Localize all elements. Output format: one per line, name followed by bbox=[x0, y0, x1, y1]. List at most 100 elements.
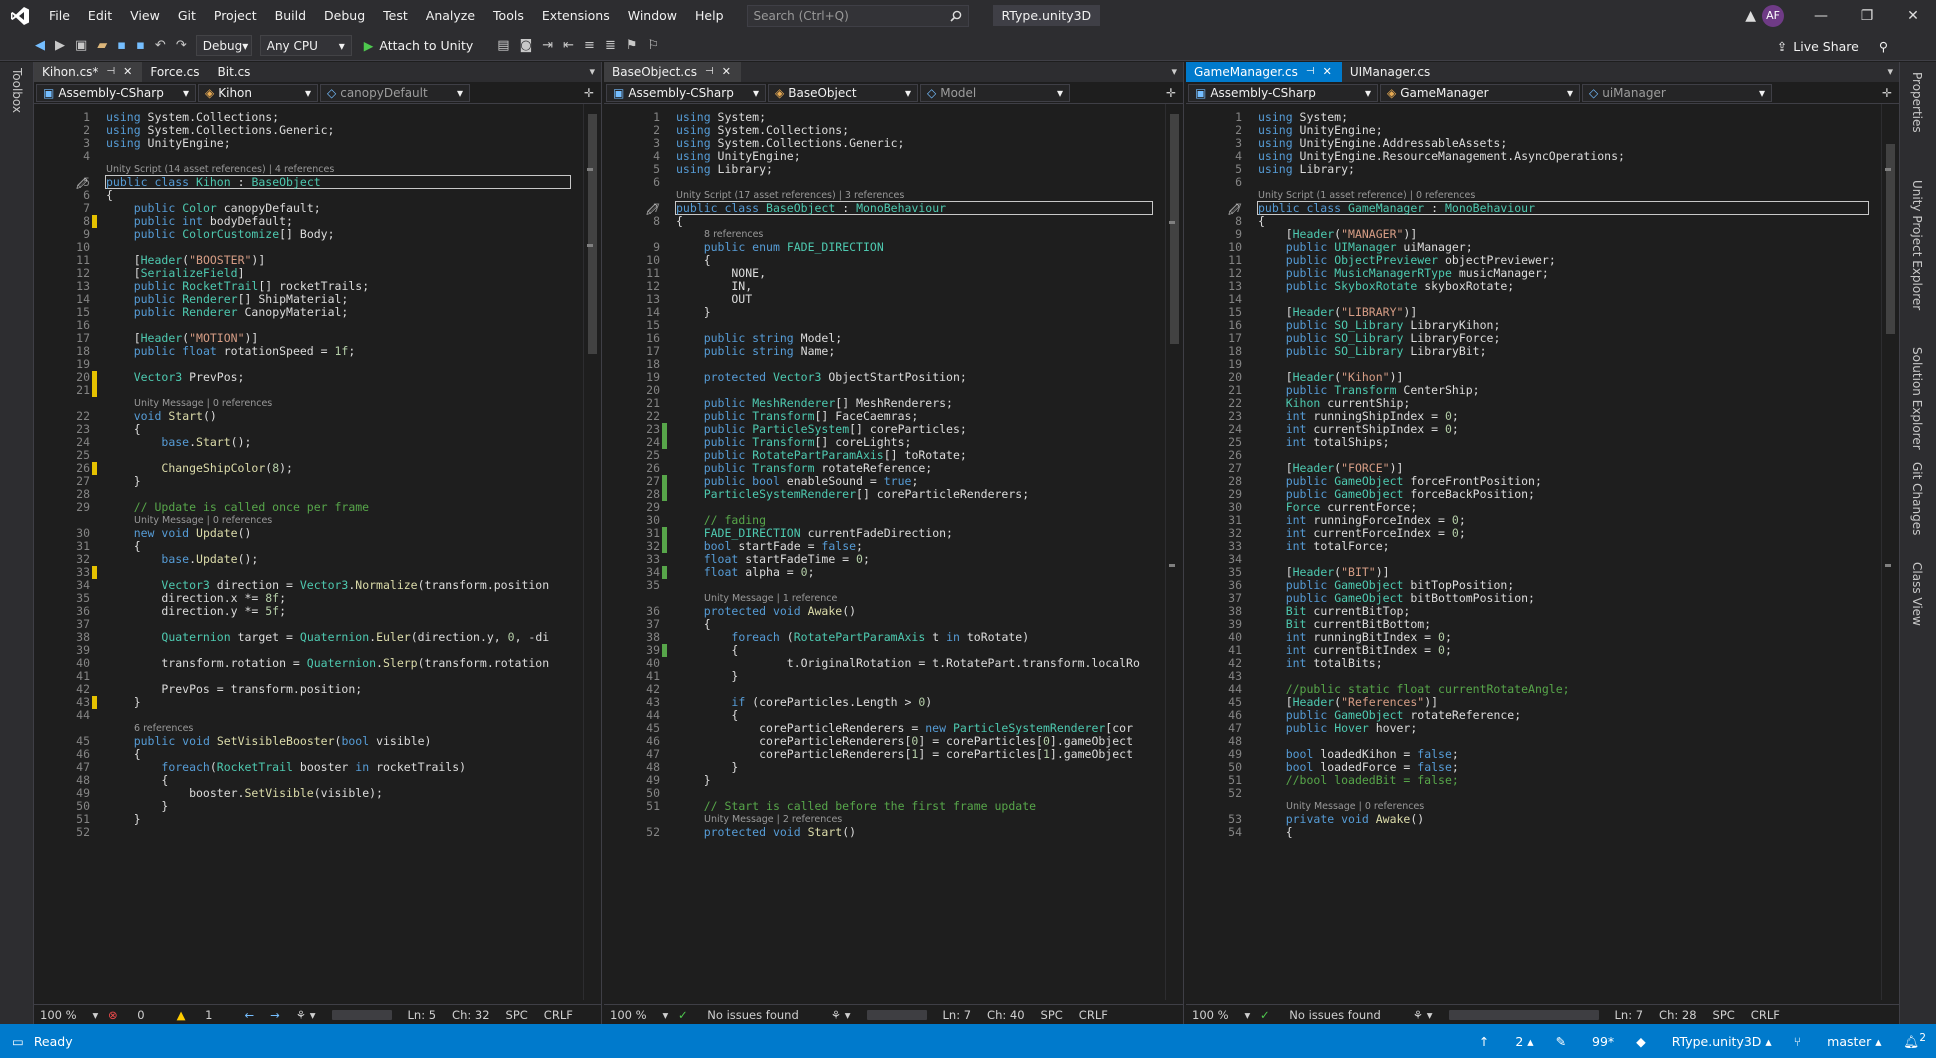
line-indicator[interactable]: Ln: 7 bbox=[1615, 1008, 1644, 1022]
menu-item-build[interactable]: Build bbox=[266, 0, 315, 31]
forward-icon[interactable]: ▶ bbox=[55, 31, 65, 61]
next-issue-icon[interactable]: → bbox=[270, 1008, 280, 1022]
save-all-icon[interactable]: ▪ bbox=[136, 31, 145, 61]
visual-studio-logo-icon[interactable] bbox=[0, 0, 40, 31]
document-tab[interactable]: Kihon.cs* ⊣ ✕ bbox=[34, 62, 143, 82]
error-count[interactable]: ⊗ 0 bbox=[108, 1008, 161, 1022]
menu-item-edit[interactable]: Edit bbox=[79, 0, 121, 31]
close-button[interactable]: ✕ bbox=[1890, 8, 1936, 24]
solution-configuration-select[interactable]: Debug ▾ bbox=[195, 35, 252, 56]
line-ending-indicator[interactable]: CRLF bbox=[1751, 1008, 1780, 1022]
zoom-select[interactable]: 100 % ▾ bbox=[40, 1008, 98, 1022]
pin-icon[interactable]: ⊣ bbox=[1306, 62, 1315, 82]
live-share-button[interactable]: ⇪ Live Share ⚲ bbox=[1777, 31, 1888, 61]
pending-changes[interactable]: ✎ 99* bbox=[1556, 1034, 1615, 1049]
whitespace-indicator[interactable]: SPC bbox=[1713, 1008, 1735, 1022]
vertical-scrollbar[interactable] bbox=[1165, 104, 1183, 1000]
column-indicator[interactable]: Ch: 40 bbox=[987, 1008, 1024, 1022]
menu-item-analyze[interactable]: Analyze bbox=[417, 0, 484, 31]
folder-view-icon[interactable]: ▤ bbox=[497, 31, 509, 61]
line-indicator[interactable]: Ln: 7 bbox=[943, 1008, 972, 1022]
tab-overflow-icon[interactable]: ▾ bbox=[1171, 62, 1177, 82]
nav-dropdown-2[interactable]: ◇ uiManager ▾ bbox=[1582, 83, 1772, 102]
line-ending-indicator[interactable]: CRLF bbox=[1079, 1008, 1108, 1022]
unity-project-explorer-tab[interactable]: Unity Project Explorer bbox=[1910, 180, 1924, 310]
tab-overflow-icon[interactable]: ▾ bbox=[1887, 62, 1893, 82]
undo-icon[interactable]: ↶ bbox=[155, 31, 166, 61]
split-editor-icon[interactable]: ✛ bbox=[581, 84, 597, 102]
pin-icon[interactable]: ⊣ bbox=[106, 62, 115, 82]
class-view-tab[interactable]: Class View bbox=[1910, 562, 1924, 626]
close-tab-icon[interactable]: ✕ bbox=[1323, 62, 1332, 82]
split-editor-icon[interactable]: ✛ bbox=[1163, 84, 1179, 102]
document-tab[interactable]: BaseObject.cs ⊣ ✕ bbox=[604, 62, 741, 82]
document-tab[interactable]: UIManager.cs bbox=[1342, 62, 1440, 82]
whitespace-indicator[interactable]: SPC bbox=[1041, 1008, 1063, 1022]
scroll-thumb[interactable] bbox=[1886, 144, 1895, 334]
warning-notification-icon[interactable]: ▲ bbox=[1745, 8, 1756, 24]
screenshot-icon[interactable]: ◙ bbox=[520, 31, 533, 61]
warning-count[interactable]: ▲ 1 bbox=[177, 1008, 229, 1022]
nav-dropdown-0[interactable]: ▣ Assembly-CSharp ▾ bbox=[36, 83, 196, 102]
back-icon[interactable]: ◀ bbox=[35, 31, 45, 61]
feedback-icon[interactable]: ⚲ bbox=[1879, 39, 1888, 54]
menu-item-git[interactable]: Git bbox=[169, 0, 205, 31]
unpushed-commits[interactable]: ↑ 2 ▴ bbox=[1479, 1034, 1534, 1049]
vertical-scrollbar[interactable] bbox=[1881, 104, 1899, 1000]
notifications-button[interactable]: 🔔︎2 bbox=[1904, 1032, 1927, 1050]
scroll-thumb[interactable] bbox=[588, 114, 597, 354]
menu-item-file[interactable]: File bbox=[40, 0, 79, 31]
search-box[interactable]: Search (Ctrl+Q) bbox=[746, 4, 969, 27]
line-ending-indicator[interactable]: CRLF bbox=[544, 1008, 573, 1022]
code-editor[interactable]: 1 using System.Collections; 2 using System.… bbox=[34, 104, 601, 1000]
properties-tab[interactable]: Properties bbox=[1910, 72, 1924, 133]
menu-item-project[interactable]: Project bbox=[205, 0, 266, 31]
menu-item-window[interactable]: Window bbox=[619, 0, 686, 31]
menu-item-test[interactable]: Test bbox=[374, 0, 417, 31]
previous-issue-icon[interactable]: ← bbox=[244, 1008, 254, 1022]
menu-item-debug[interactable]: Debug bbox=[315, 0, 374, 31]
redo-icon[interactable]: ↷ bbox=[176, 31, 187, 61]
code-cleanup-icon[interactable]: ⚘ ▾ bbox=[1413, 1008, 1433, 1022]
prev-bookmark-icon[interactable]: ⚐ bbox=[648, 31, 660, 61]
issues-status[interactable]: ✓ No issues found bbox=[678, 1008, 815, 1022]
document-tab[interactable]: GameManager.cs ⊣ ✕ bbox=[1186, 62, 1342, 82]
close-tab-icon[interactable]: ✕ bbox=[722, 62, 731, 82]
uncomment-icon[interactable]: ≣ bbox=[605, 31, 616, 61]
nav-dropdown-0[interactable]: ▣ Assembly-CSharp ▾ bbox=[1188, 83, 1378, 102]
bookmark-icon[interactable]: ⚑ bbox=[626, 31, 638, 61]
open-folder-icon[interactable]: ▰ bbox=[97, 31, 107, 61]
branch-selector[interactable]: ⑂ master ▴ bbox=[1794, 1034, 1882, 1049]
zoom-select[interactable]: 100 % ▾ bbox=[610, 1008, 668, 1022]
scroll-thumb[interactable] bbox=[1170, 114, 1179, 344]
column-indicator[interactable]: Ch: 32 bbox=[452, 1008, 489, 1022]
new-project-icon[interactable]: ▣ bbox=[75, 31, 87, 61]
restore-button[interactable]: ❐ bbox=[1844, 8, 1890, 24]
outdent-icon[interactable]: ⇤ bbox=[563, 31, 574, 61]
line-indicator[interactable]: Ln: 5 bbox=[408, 1008, 437, 1022]
vertical-scrollbar[interactable] bbox=[583, 104, 601, 1000]
tab-overflow-icon[interactable]: ▾ bbox=[589, 62, 595, 82]
horizontal-scrollbar[interactable] bbox=[331, 1009, 392, 1020]
avatar[interactable]: AF bbox=[1762, 4, 1784, 27]
split-editor-icon[interactable]: ✛ bbox=[1879, 84, 1895, 102]
horizontal-scrollbar[interactable] bbox=[866, 1009, 927, 1020]
column-indicator[interactable]: Ch: 28 bbox=[1659, 1008, 1696, 1022]
menu-item-view[interactable]: View bbox=[121, 0, 169, 31]
save-icon[interactable]: ▪ bbox=[117, 31, 126, 61]
issues-status[interactable]: ✓ No issues found bbox=[1260, 1008, 1397, 1022]
indent-icon[interactable]: ⇥ bbox=[542, 31, 553, 61]
solution-platform-select[interactable]: Any CPU ▾ bbox=[259, 35, 352, 56]
whitespace-indicator[interactable]: SPC bbox=[506, 1008, 528, 1022]
code-cleanup-icon[interactable]: ⚘ ▾ bbox=[831, 1008, 851, 1022]
repository-selector[interactable]: ◆ RType.unity3D ▴ bbox=[1636, 1034, 1772, 1049]
minimize-button[interactable]: — bbox=[1798, 8, 1844, 24]
zoom-select[interactable]: 100 % ▾ bbox=[1192, 1008, 1250, 1022]
git-changes-tab[interactable]: Git Changes bbox=[1910, 462, 1924, 535]
document-tab[interactable]: Bit.cs bbox=[210, 62, 261, 82]
document-tab[interactable]: Force.cs bbox=[142, 62, 209, 82]
close-tab-icon[interactable]: ✕ bbox=[123, 62, 132, 82]
comment-icon[interactable]: ≡ bbox=[584, 31, 595, 61]
solution-explorer-tab[interactable]: Solution Explorer bbox=[1910, 347, 1924, 450]
nav-dropdown-2[interactable]: ◇ Model ▾ bbox=[920, 83, 1070, 102]
